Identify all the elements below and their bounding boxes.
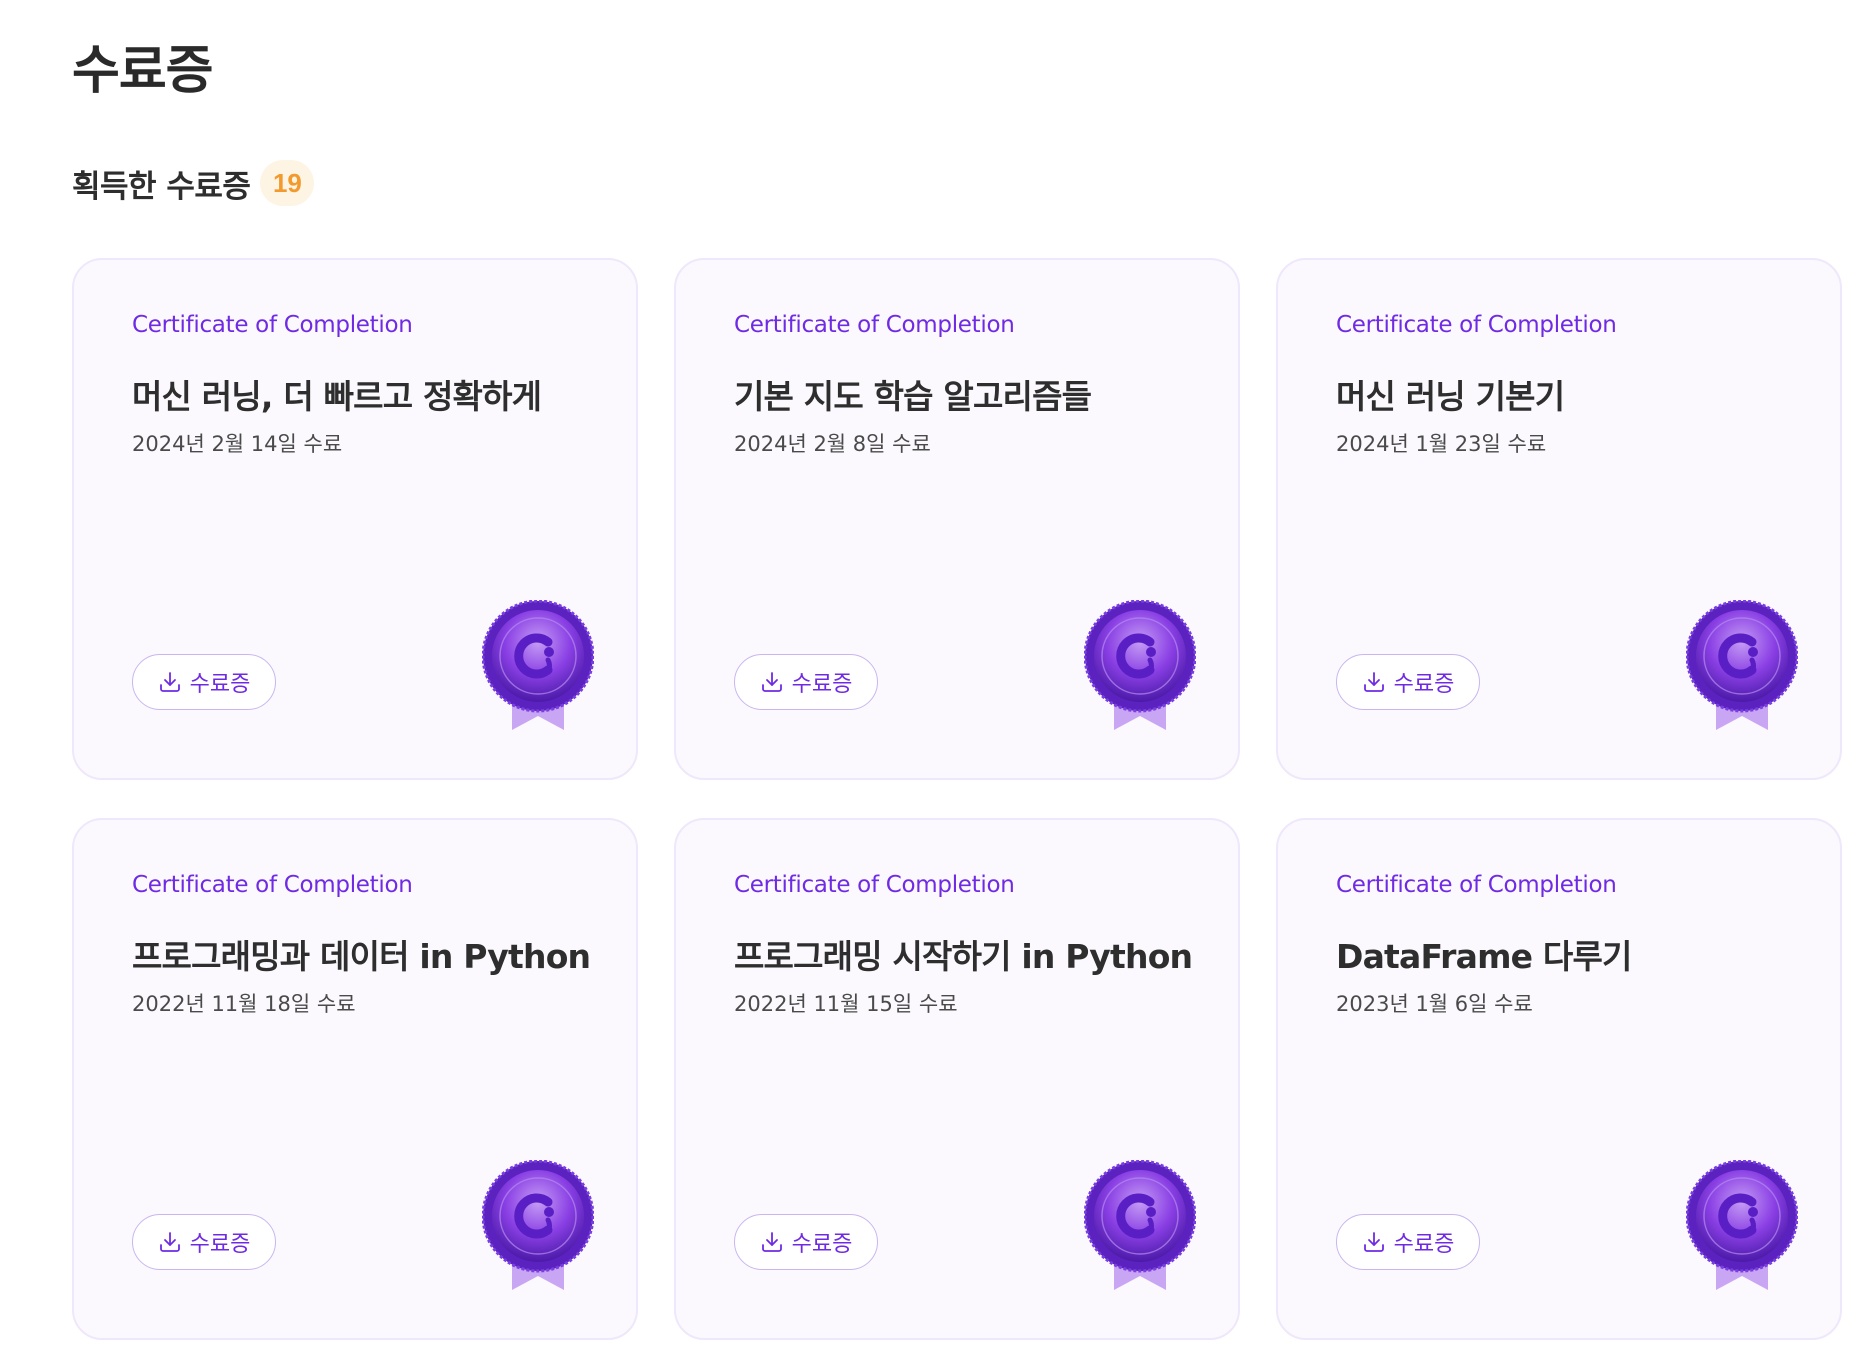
certificate-label: Certificate of Completion	[132, 872, 413, 898]
course-title[interactable]: 기본 지도 학습 알고리즘들	[734, 370, 1198, 418]
certificate-card: Certificate of Completion 프로그래밍과 데이터 in …	[72, 818, 638, 1340]
download-button-label: 수료증	[189, 1232, 251, 1257]
course-title[interactable]: 프로그래밍 시작하기 in Python	[734, 930, 1198, 978]
page-title: 수료증	[72, 41, 214, 101]
download-certificate-button[interactable]: 수료증	[1336, 654, 1480, 710]
course-title[interactable]: DataFrame 다루기	[1336, 930, 1800, 978]
download-icon	[761, 672, 782, 692]
certificate-card: Certificate of Completion 머신 러닝 기본기 2024…	[1276, 258, 1842, 780]
completion-date: 2022년 11월 18일 수료	[132, 992, 356, 1016]
certificate-label: Certificate of Completion	[734, 312, 1015, 338]
download-button-label: 수료증	[1393, 672, 1455, 697]
completion-date: 2024년 1월 23일 수료	[1336, 432, 1547, 456]
course-title[interactable]: 프로그래밍과 데이터 in Python	[132, 930, 596, 978]
download-icon	[159, 1232, 180, 1252]
certificate-label: Certificate of Completion	[1336, 872, 1617, 898]
certificate-grid: Certificate of Completion 머신 러닝, 더 빠르고 정…	[72, 258, 1842, 1340]
section-header: 획득한 수료증 19	[72, 160, 315, 206]
download-icon	[159, 672, 180, 692]
download-icon	[761, 1232, 782, 1252]
medal-icon	[482, 1160, 594, 1290]
section-title: 획득한 수료증	[72, 168, 251, 205]
medal-icon	[1084, 600, 1196, 730]
download-icon	[1363, 1232, 1384, 1252]
download-button-label: 수료증	[1393, 1232, 1455, 1257]
download-button-label: 수료증	[791, 672, 853, 697]
certificate-label: Certificate of Completion	[132, 312, 413, 338]
completion-date: 2022년 11월 15일 수료	[734, 992, 958, 1016]
certificate-label: Certificate of Completion	[1336, 312, 1617, 338]
medal-icon	[482, 600, 594, 730]
certificate-card: Certificate of Completion 머신 러닝, 더 빠르고 정…	[72, 258, 638, 780]
certificate-card: Certificate of Completion 프로그래밍 시작하기 in …	[674, 818, 1240, 1340]
download-button-label: 수료증	[189, 672, 251, 697]
download-certificate-button[interactable]: 수료증	[734, 654, 878, 710]
download-certificate-button[interactable]: 수료증	[132, 1214, 276, 1270]
certificate-label: Certificate of Completion	[734, 872, 1015, 898]
course-title[interactable]: 머신 러닝, 더 빠르고 정확하게	[132, 370, 596, 418]
download-icon	[1363, 672, 1384, 692]
certificate-card: Certificate of Completion 기본 지도 학습 알고리즘들…	[674, 258, 1240, 780]
certificate-card: Certificate of Completion DataFrame 다루기 …	[1276, 818, 1842, 1340]
completion-date: 2023년 1월 6일 수료	[1336, 992, 1533, 1016]
download-certificate-button[interactable]: 수료증	[132, 654, 276, 710]
completion-date: 2024년 2월 8일 수료	[734, 432, 931, 456]
download-certificate-button[interactable]: 수료증	[1336, 1214, 1480, 1270]
medal-icon	[1084, 1160, 1196, 1290]
download-certificate-button[interactable]: 수료증	[734, 1214, 878, 1270]
completion-date: 2024년 2월 14일 수료	[132, 432, 343, 456]
course-title[interactable]: 머신 러닝 기본기	[1336, 370, 1800, 418]
download-button-label: 수료증	[791, 1232, 853, 1257]
medal-icon	[1686, 600, 1798, 730]
certificate-count-badge: 19	[260, 160, 315, 206]
medal-icon	[1686, 1160, 1798, 1290]
